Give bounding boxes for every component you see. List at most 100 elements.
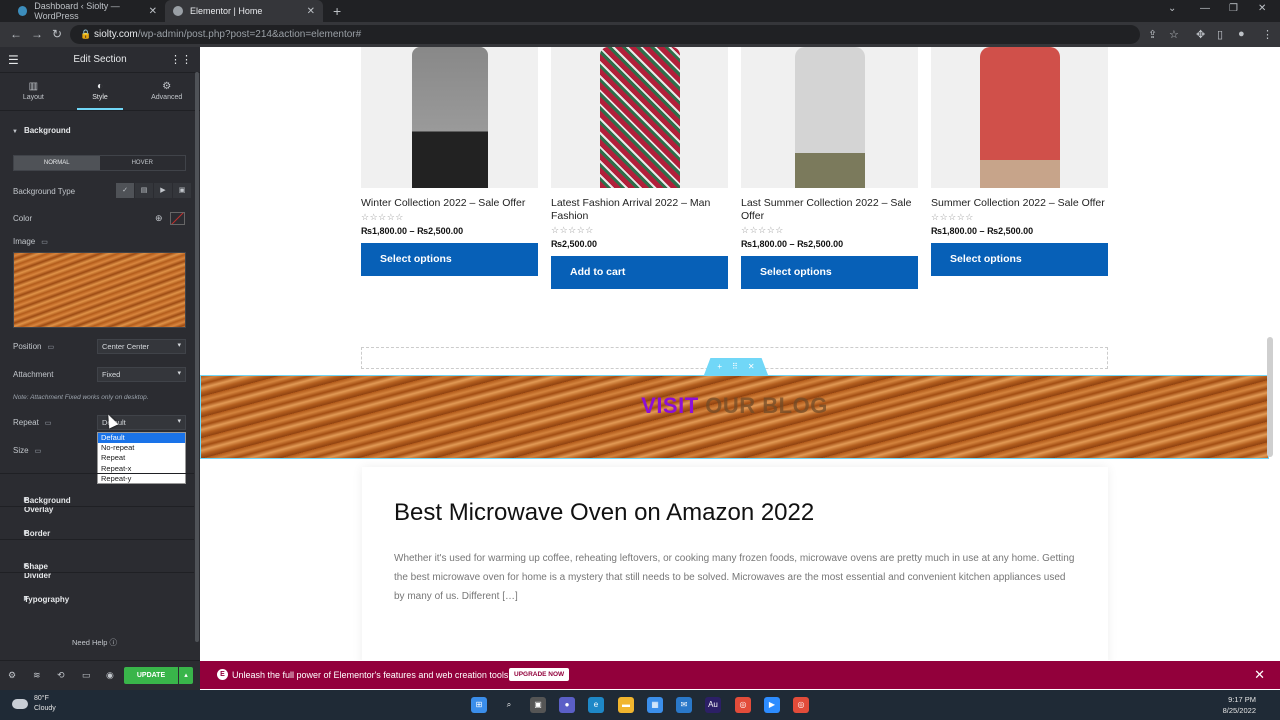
extensions-icon[interactable]: ✥ — [1196, 28, 1205, 41]
select-options-button[interactable]: Select options — [931, 243, 1108, 276]
forward-icon[interactable]: → — [31, 27, 43, 41]
teams-icon[interactable]: ● — [559, 697, 575, 713]
restore-icon[interactable]: ❐ — [1229, 3, 1238, 14]
product-image[interactable] — [361, 47, 538, 188]
tab-search-icon[interactable]: ⌄ — [1168, 3, 1176, 14]
new-tab-button[interactable]: + — [333, 3, 341, 19]
reload-icon[interactable]: ↻ — [52, 27, 62, 41]
history-icon[interactable]: ⟲ — [57, 670, 65, 681]
settings-icon[interactable]: ⚙ — [8, 670, 16, 681]
normal-tab[interactable]: NORMAL — [14, 156, 100, 170]
canvas-scrollbar[interactable] — [1267, 337, 1273, 457]
update-button[interactable]: UPDATE — [124, 667, 178, 684]
share-icon[interactable]: ⇪ — [1148, 28, 1157, 41]
file-explorer-icon[interactable]: ▬ — [618, 697, 634, 713]
omnibox[interactable]: 🔒 siolty.com/wp-admin/post.php?post=214&… — [70, 25, 1140, 44]
desktop-icon: ▭ — [34, 448, 42, 455]
chrome-icon[interactable]: ◎ — [793, 697, 809, 713]
tab-elementor[interactable]: Elementor | Home ✕ — [165, 0, 323, 22]
attachment-select[interactable]: Fixed ▾ — [97, 367, 186, 382]
background-type-label: Background Type — [13, 187, 76, 196]
close-window-icon[interactable]: ✕ — [1258, 3, 1266, 14]
banner-heading[interactable]: VISIT OUR BLOG — [201, 393, 1268, 419]
need-help-link[interactable]: Need Help ⓘ — [72, 637, 117, 648]
section-handle[interactable]: + ⠿ ✕ — [704, 358, 768, 375]
tab-style[interactable]: ◐ Style — [67, 73, 134, 110]
minimize-icon[interactable]: — — [1200, 3, 1210, 14]
background-overlay-section[interactable]: ▶ Background Overlay — [0, 473, 194, 514]
desktop-icon: ▭ — [41, 239, 48, 246]
video-icon[interactable]: ▶ — [154, 183, 172, 198]
blog-banner-section[interactable]: VISIT OUR BLOG — [200, 375, 1269, 459]
upgrade-now-button[interactable]: UPGRADE NOW — [509, 668, 570, 681]
repeat-option[interactable]: Repeat — [98, 453, 185, 463]
help-icon: ⓘ — [109, 638, 118, 647]
tab-layout[interactable]: ▥ Layout — [0, 73, 67, 110]
add-to-cart-button[interactable]: Add to cart — [551, 256, 728, 289]
system-clock[interactable]: 9:17 PM 8/25/2022 — [1223, 694, 1256, 716]
edge-icon[interactable]: e — [588, 697, 604, 713]
close-icon[interactable]: ✕ — [149, 6, 157, 17]
style-icon: ◐ — [96, 81, 104, 92]
tab-advanced[interactable]: ⚙ Advanced — [133, 73, 200, 110]
profile-icon[interactable]: ● — [1238, 28, 1245, 40]
product-title[interactable]: Latest Fashion Arrival 2022 – Man Fashio… — [551, 197, 728, 223]
product-image[interactable] — [551, 47, 728, 188]
product-image[interactable] — [931, 47, 1108, 188]
mail-icon[interactable]: ✉ — [676, 697, 692, 713]
background-section-header[interactable]: ▼ Background — [12, 126, 71, 135]
preview-eye-icon[interactable]: ◉ — [106, 670, 114, 681]
chrome-icon[interactable]: ◎ — [735, 697, 751, 713]
attachment-note: Note: Attachment Fixed works only on des… — [13, 394, 149, 401]
sidebar-icon[interactable]: ▯ — [1217, 28, 1223, 41]
close-icon[interactable]: ✕ — [307, 6, 315, 17]
navigator-icon[interactable]: ≋ — [33, 670, 41, 681]
search-icon[interactable]: ⌕ — [501, 697, 517, 713]
back-icon[interactable]: ← — [10, 27, 22, 41]
windows-start-icon[interactable]: ⊞ — [471, 697, 487, 713]
normal-hover-toggle: NORMAL HOVER — [13, 155, 186, 171]
audition-icon[interactable]: Au — [705, 697, 721, 713]
product-title[interactable]: Summer Collection 2022 – Sale Offer — [931, 197, 1108, 210]
widgets-grid-icon[interactable]: ⋮⋮ — [170, 53, 192, 66]
position-select[interactable]: Center Center ▾ — [97, 339, 186, 354]
zoom-icon[interactable]: ▶ — [764, 697, 780, 713]
product-title[interactable]: Last Summer Collection 2022 – Sale Offer — [741, 197, 918, 223]
tab-title: Dashboard ‹ Siolty — WordPress — [34, 1, 120, 21]
slideshow-icon[interactable]: ▣ — [173, 183, 191, 198]
global-colors-icon[interactable]: ⊕ — [155, 213, 163, 224]
repeat-label: Repeat ▭ — [13, 418, 52, 427]
select-options-button[interactable]: Select options — [361, 243, 538, 276]
tab-dashboard[interactable]: Dashboard ‹ Siolty — WordPress ✕ — [10, 0, 165, 22]
color-picker[interactable] — [170, 212, 185, 225]
product-image[interactable] — [741, 47, 918, 188]
update-options-icon[interactable]: ▴ — [179, 667, 193, 684]
chevron-down-icon: ▾ — [177, 418, 181, 425]
border-section[interactable]: ▶ Border — [0, 506, 194, 539]
url-text[interactable]: siolty.com/wp-admin/post.php?post=214&ac… — [94, 29, 361, 40]
browser-tab-bar: Dashboard ‹ Siolty — WordPress ✕ Element… — [0, 0, 1280, 22]
product-title[interactable]: Winter Collection 2022 – Sale Offer — [361, 197, 538, 210]
store-icon[interactable]: ▦ — [647, 697, 663, 713]
bookmark-star-icon[interactable]: ☆ — [1169, 28, 1179, 41]
post-title[interactable]: Best Microwave Oven on Amazon 2022 — [394, 499, 814, 527]
select-options-button[interactable]: Select options — [741, 256, 918, 289]
product-card: Latest Fashion Arrival 2022 – Man Fashio… — [551, 47, 728, 289]
menu-icon[interactable]: ⋮ — [1262, 28, 1273, 41]
promo-message: Unleash the full power of Elementor's fe… — [232, 670, 511, 680]
repeat-option[interactable]: Default — [98, 433, 185, 444]
classic-brush-icon[interactable]: ✓ — [116, 183, 134, 198]
background-image-preview[interactable] — [13, 252, 186, 328]
repeat-option[interactable]: No-repeat — [98, 443, 185, 453]
hover-tab[interactable]: HOVER — [100, 156, 186, 170]
panel-scrollbar[interactable] — [195, 72, 199, 642]
responsive-icon[interactable]: ▭ — [82, 670, 91, 681]
close-icon[interactable]: ✕ — [1254, 667, 1265, 683]
product-price: ₨1,800.00 – ₨2,500.00 — [931, 226, 1034, 236]
shape-divider-section[interactable]: ▶ Shape Divider — [0, 539, 194, 580]
weather-widget[interactable]: 80°F Cloudy — [12, 694, 56, 714]
task-view-icon[interactable]: ▣ — [530, 697, 546, 713]
hamburger-icon[interactable]: ☰ — [8, 53, 19, 67]
typography-section[interactable]: ▶ Typography — [0, 572, 194, 605]
gradient-icon[interactable]: ▤ — [135, 183, 153, 198]
